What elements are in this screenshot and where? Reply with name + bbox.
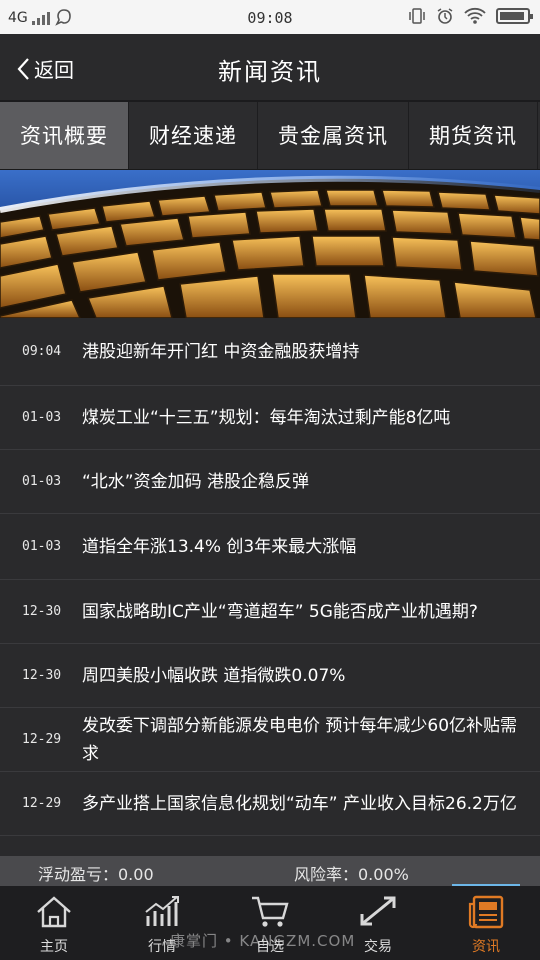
news-date: 01-03	[22, 539, 62, 554]
nav-news-label: 资讯	[472, 939, 500, 955]
news-headline: “北水”资金加码 港股企稳反弹	[82, 471, 310, 492]
banner-image[interactable]	[0, 170, 540, 318]
news-headline: 道指全年涨13.4% 创3年来最大涨幅	[82, 536, 357, 557]
news-headline: 发改委下调部分新能源发电电价 预计每年减少60亿补贴需求	[82, 715, 518, 764]
news-date: 12-29	[22, 796, 62, 811]
tab-bar: 资讯概要 财经速递 贵金属资讯 期货资讯	[0, 102, 540, 170]
tab-finance-express[interactable]: 财经速递	[129, 102, 258, 169]
nav-home[interactable]: 主页	[0, 886, 108, 960]
news-headline: 多产业搭上国家信息化规划“动车” 产业收入目标26.2万亿	[82, 793, 517, 814]
nav-news[interactable]: 资讯	[432, 884, 540, 960]
floating-pl: 浮动盈亏：0.00	[38, 865, 154, 884]
risk-rate: 风险率：0.00%	[294, 865, 409, 884]
nav-home-label: 主页	[40, 939, 68, 955]
battery-icon	[496, 8, 533, 24]
news-date: 01-03	[22, 410, 62, 425]
bottom-nav: 主页 行情 自选 交易 资讯	[0, 884, 540, 960]
news-date: 01-03	[22, 474, 62, 489]
tab-overview[interactable]: 资讯概要	[0, 102, 129, 169]
news-item[interactable]: 09:04 港股迎新年开门红 中资金融股获增持	[0, 318, 540, 386]
news-date: 12-30	[22, 668, 62, 683]
news-icon	[468, 895, 504, 929]
wifi-icon	[464, 7, 486, 24]
news-item[interactable]: 01-03 道指全年涨13.4% 创3年来最大涨幅	[0, 514, 540, 580]
news-item[interactable]: 12-30 国家战略助IC产业“弯道超车” 5G能否成产业机遇期?	[0, 580, 540, 644]
news-headline: 港股迎新年开门红 中资金融股获增持	[82, 341, 360, 362]
chart-icon	[145, 896, 179, 926]
news-date: 12-30	[22, 604, 62, 619]
page-title: 新闻资讯	[218, 58, 322, 86]
tab-futures[interactable]: 期货资讯	[409, 102, 538, 169]
vibrate-icon	[409, 8, 425, 24]
home-icon	[37, 896, 71, 928]
news-headline: 煤炭工业“十三五”规划：每年淘汰过剩产能8亿吨	[82, 407, 451, 428]
nav-watchlist[interactable]: 自选	[216, 886, 324, 960]
news-headline: 周四美股小幅收跌 道指微跌0.07%	[82, 665, 346, 686]
news-item[interactable]: 01-03 “北水”资金加码 港股企稳反弹	[0, 450, 540, 514]
status-bar: 4G 09:08	[0, 0, 540, 34]
title-bar: 返回 新闻资讯	[0, 34, 540, 102]
nav-trade-label: 交易	[364, 939, 392, 955]
news-item[interactable]: 12-29 发改委下调部分新能源发电电价 预计每年减少60亿补贴需求	[0, 708, 540, 772]
nav-quotes[interactable]: 行情	[108, 886, 216, 960]
news-item[interactable]: 12-30 周四美股小幅收跌 道指微跌0.07%	[0, 644, 540, 708]
banner-graphic	[0, 170, 540, 318]
tab-precious-metals[interactable]: 贵金属资讯	[258, 102, 409, 169]
news-item[interactable]: 01-03 煤炭工业“十三五”规划：每年淘汰过剩产能8亿吨	[0, 386, 540, 450]
status-right	[408, 7, 533, 25]
nav-trade[interactable]: 交易	[324, 886, 432, 960]
news-item[interactable]: 12-29 多产业搭上国家信息化规划“动车” 产业收入目标26.2万亿	[0, 772, 540, 836]
alarm-icon	[437, 8, 453, 24]
nav-watchlist-label: 自选	[256, 939, 284, 955]
news-headline: 国家战略助IC产业“弯道超车” 5G能否成产业机遇期?	[82, 601, 478, 622]
cart-icon	[252, 896, 289, 927]
news-list: 09:04 港股迎新年开门红 中资金融股获增持 01-03 煤炭工业“十三五”规…	[0, 318, 540, 836]
account-info-bar: 浮动盈亏：0.00 风险率：0.00%	[0, 856, 540, 886]
news-date: 12-29	[22, 732, 62, 747]
nav-quotes-label: 行情	[148, 939, 176, 955]
exchange-icon	[360, 896, 396, 926]
news-date: 09:04	[22, 344, 62, 359]
